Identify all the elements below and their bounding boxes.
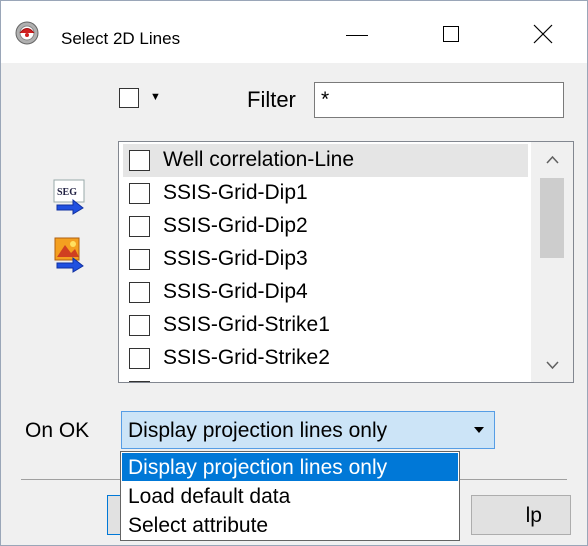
- seg-import-icon[interactable]: SEG: [53, 179, 85, 215]
- list-item-checkbox[interactable]: [129, 348, 150, 369]
- list-item-label: SSIS-Grid-Strike2: [163, 346, 330, 369]
- help-button[interactable]: lp: [471, 495, 571, 535]
- image-import-icon[interactable]: [53, 237, 85, 273]
- list-item[interactable]: SSIS-Grid-Dip4: [123, 276, 528, 309]
- list-item-checkbox[interactable]: [129, 315, 150, 336]
- list-item-partial[interactable]: [123, 375, 528, 382]
- list-item[interactable]: SSIS-Grid-Strike2: [123, 342, 528, 375]
- dropdown-option[interactable]: Display projection lines only: [122, 453, 458, 481]
- svg-text:SEG: SEG: [57, 187, 77, 198]
- list-item[interactable]: Well correlation-Line: [123, 144, 528, 177]
- help-button-label: lp: [525, 504, 542, 527]
- close-button[interactable]: [507, 11, 579, 53]
- scroll-down-button[interactable]: [531, 350, 573, 382]
- select-all-checkbox[interactable]: [119, 88, 139, 108]
- list-item-checkbox[interactable]: [129, 249, 150, 270]
- list-item-checkbox[interactable]: [129, 183, 150, 204]
- on-ok-label: On OK: [25, 419, 90, 442]
- list-item-checkbox[interactable]: [129, 282, 150, 303]
- list-item-checkbox[interactable]: [129, 381, 150, 382]
- lines-listbox[interactable]: Well correlation-Line SSIS-Grid-Dip1 SSI…: [118, 141, 574, 383]
- app-icon: [15, 21, 39, 45]
- scroll-thumb[interactable]: [540, 178, 564, 258]
- list-item[interactable]: SSIS-Grid-Dip1: [123, 177, 528, 210]
- list-item[interactable]: SSIS-Grid-Dip3: [123, 243, 528, 276]
- dropdown-option-label: Select attribute: [128, 514, 269, 537]
- window-title: Select 2D Lines: [61, 29, 181, 48]
- dropdown-option[interactable]: Select attribute: [122, 511, 458, 539]
- filter-label: Filter: [247, 87, 296, 112]
- close-icon: [533, 24, 553, 44]
- chevron-down-icon: [546, 361, 559, 370]
- minimize-button[interactable]: [321, 11, 393, 53]
- dropdown-option-label: Display projection lines only: [128, 456, 388, 479]
- filter-input[interactable]: [314, 82, 564, 118]
- scroll-up-button[interactable]: [531, 144, 573, 176]
- list-item-checkbox[interactable]: [129, 216, 150, 237]
- on-ok-combobox[interactable]: Display projection lines only: [121, 411, 495, 449]
- list-item[interactable]: SSIS-Grid-Dip2: [123, 210, 528, 243]
- maximize-button[interactable]: [415, 11, 487, 53]
- list-item-label: SSIS-Grid-Dip2: [163, 214, 308, 237]
- on-ok-selected-value: Display projection lines only: [128, 419, 388, 442]
- list-item[interactable]: SSIS-Grid-Strike1: [123, 309, 528, 342]
- select-2d-lines-dialog: Select 2D Lines ▼ Filter SEG Well correl…: [0, 0, 588, 546]
- dropdown-arrow-icon: [474, 427, 484, 433]
- list-item-label: SSIS-Grid-Dip1: [163, 181, 308, 204]
- dropdown-option[interactable]: Load default data: [122, 482, 458, 510]
- list-scrollbar[interactable]: [531, 142, 573, 382]
- select-all-dropdown-arrow-icon[interactable]: ▼: [150, 91, 161, 103]
- list-item-label: SSIS-Grid-Strike1: [163, 313, 330, 336]
- list-item-checkbox[interactable]: [129, 150, 150, 171]
- list-item-label: Well correlation-Line: [163, 148, 355, 171]
- list-item-label: SSIS-Grid-Dip4: [163, 280, 308, 303]
- list-item-label: SSIS-Grid-Dip3: [163, 247, 308, 270]
- title-bar[interactable]: Select 2D Lines: [1, 1, 587, 63]
- dropdown-option-label: Load default data: [128, 485, 291, 508]
- chevron-up-icon: [546, 155, 559, 164]
- on-ok-dropdown-list[interactable]: Display projection lines only Load defau…: [120, 451, 460, 541]
